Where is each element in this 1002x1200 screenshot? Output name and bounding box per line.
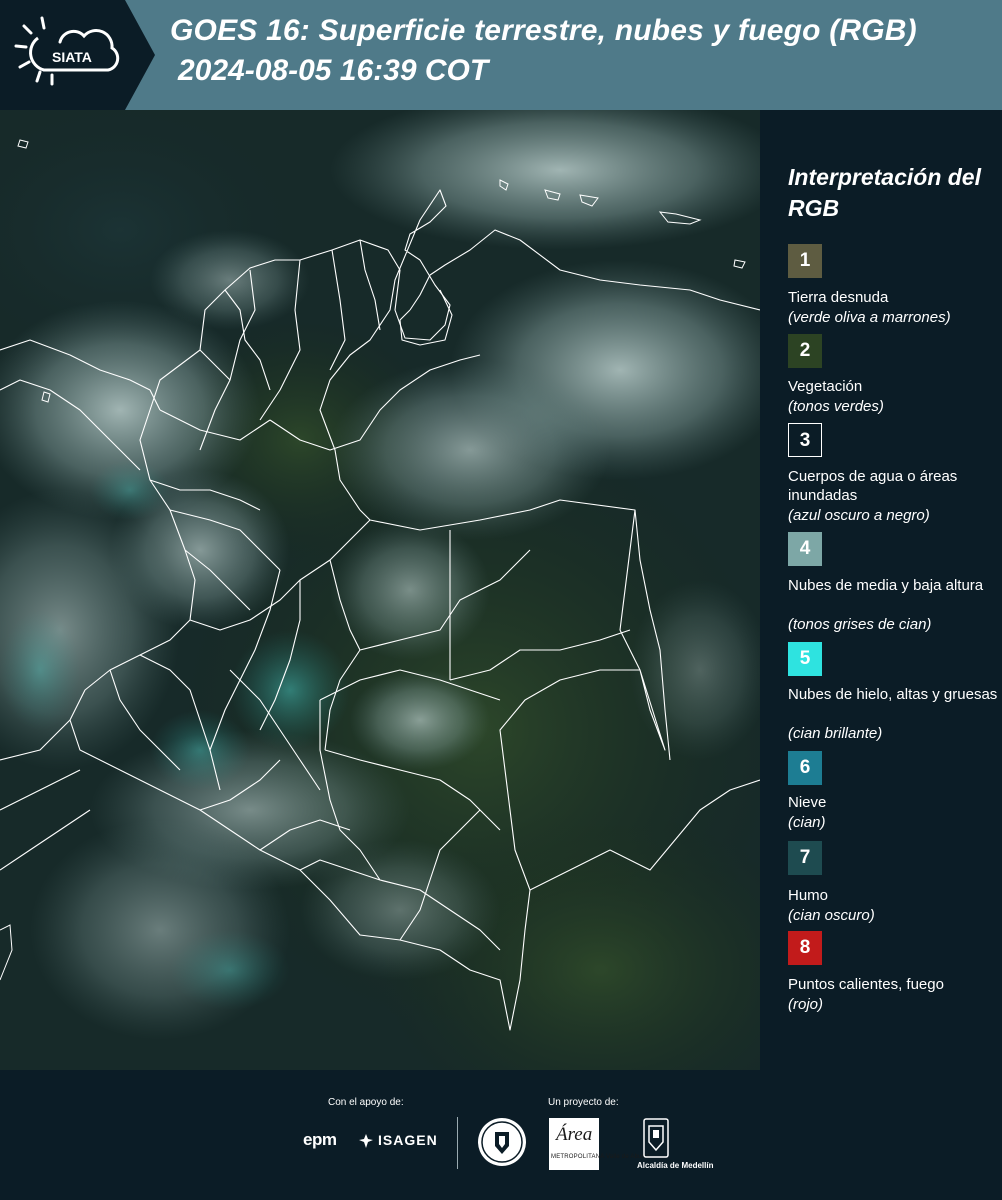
- legend-swatch-2: 2: [788, 334, 822, 368]
- area-metropolitana-text: METROPOLITANA Valle de Aburrá: [551, 1154, 650, 1160]
- timestamp: 2024-08-05 16:39 COT: [178, 54, 489, 87]
- legend-description: (azul oscuro a negro): [788, 507, 930, 524]
- legend-swatch-1: 1: [788, 244, 822, 278]
- legend-number: 6: [799, 757, 811, 778]
- page-title: GOES 16: Superficie terrestre, nubes y f…: [170, 14, 917, 47]
- legend-swatch-5: 5: [788, 642, 822, 676]
- legend-label: Vegetación: [788, 378, 863, 395]
- footer: Con el apoyo de: Un proyecto de: epm ISA…: [0, 1070, 1002, 1200]
- legend-swatch-4: 4: [788, 532, 822, 566]
- legend-number: 7: [799, 847, 811, 868]
- legend-description: (tonos grises de cian): [788, 616, 932, 633]
- isagen-icon: [359, 1134, 373, 1148]
- legend-description: (verde oliva a marrones): [788, 309, 951, 326]
- legend-swatch-3: 3: [788, 423, 822, 457]
- legend-label: Nieve: [788, 794, 827, 811]
- legend-description: (rojo): [788, 996, 824, 1013]
- legend-panel: Interpretación del RGB 1 Tierra desnuda …: [770, 110, 1002, 1070]
- map-canvas: [0, 110, 760, 1070]
- isagen-logo: ISAGEN: [378, 1132, 438, 1148]
- legend-label: Puntos calientes, fuego: [788, 976, 944, 993]
- siata-logo: SIATA: [0, 0, 160, 110]
- alcaldia-shield-icon: [643, 1118, 669, 1158]
- university-seal-icon: [478, 1118, 526, 1166]
- legend-number: 5: [799, 648, 811, 669]
- legend-description: (cian): [788, 814, 826, 831]
- legend-swatch-6: 6: [788, 751, 822, 785]
- legend-swatch-7: 7: [788, 841, 822, 875]
- epm-logo: epm: [303, 1130, 337, 1149]
- legend-number: 3: [799, 430, 811, 451]
- footer-divider: [457, 1117, 458, 1169]
- support-label: Con el apoyo de:: [328, 1097, 404, 1108]
- project-label: Un proyecto de:: [548, 1097, 619, 1108]
- legend-description: (tonos verdes): [788, 398, 884, 415]
- legend-label: Nubes de hielo, altas y gruesas: [788, 686, 998, 703]
- legend-number: 4: [799, 538, 811, 559]
- legend-label: Humo: [788, 887, 829, 904]
- legend-number: 2: [799, 340, 811, 361]
- legend-description: (cian oscuro): [788, 907, 875, 924]
- legend-swatch-8: 8: [788, 931, 822, 965]
- legend-title: Interpretación del RGB: [788, 164, 981, 221]
- legend-label: Tierra desnuda: [788, 289, 889, 306]
- legend-number: 1: [799, 250, 811, 271]
- satellite-map[interactable]: [0, 110, 760, 1070]
- area-metropolitana-script: Área: [556, 1124, 593, 1145]
- header-bar: SIATA GOES 16: Superficie terrestre, nub…: [0, 0, 1002, 110]
- alcaldia-label: Alcaldía de Medellín: [637, 1161, 714, 1170]
- siata-logo-icon: SIATA: [0, 0, 155, 110]
- legend-label: Nubes de media y baja altura: [788, 577, 984, 594]
- siata-logo-text: SIATA: [52, 49, 92, 65]
- legend-description: (cian brillante): [788, 725, 883, 742]
- legend-number: 8: [799, 937, 811, 958]
- legend-label: Cuerpos de agua o áreas inundadas: [788, 468, 958, 504]
